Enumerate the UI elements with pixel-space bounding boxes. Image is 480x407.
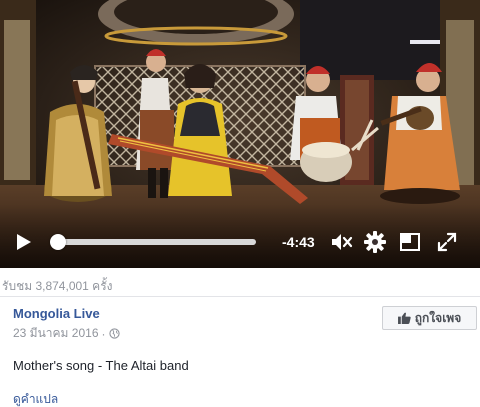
post-meta: 23 มีนาคม 2016 · (13, 324, 120, 343)
meta-separator: · (101, 326, 106, 341)
post-card: Mongolia Live 23 มีนาคม 2016 · ถูกใจเพจ … (0, 296, 480, 407)
page-name-link[interactable]: Mongolia Live (13, 306, 100, 321)
video-controls: -4:43 (0, 226, 480, 258)
picture-in-picture-icon (400, 233, 420, 251)
play-icon (17, 234, 31, 250)
post-date-link[interactable]: 23 มีนาคม 2016 (13, 324, 99, 343)
view-count: รับชม 3,874,001 ครั้ง (2, 279, 113, 293)
seek-handle[interactable] (50, 234, 66, 250)
video-player[interactable]: -4:43 (0, 0, 480, 268)
globe-icon[interactable] (108, 328, 120, 339)
seek-bar[interactable] (54, 239, 256, 245)
thumbs-up-icon (397, 312, 411, 324)
play-button[interactable] (10, 226, 38, 258)
mute-button[interactable] (327, 226, 357, 258)
settings-button[interactable] (361, 226, 389, 258)
fullscreen-icon (437, 232, 457, 252)
like-page-button[interactable]: ถูกใจเพจ (382, 306, 477, 330)
popout-button[interactable] (396, 226, 424, 258)
gear-icon (364, 231, 386, 253)
volume-muted-icon (332, 234, 353, 250)
like-page-label: ถูกใจเพจ (414, 310, 462, 325)
post-text: Mother's song - The Altai band (13, 358, 189, 373)
fullscreen-button[interactable] (433, 226, 461, 258)
see-translation-link[interactable]: ดูคำแปล (13, 390, 58, 407)
time-remaining: -4:43 (282, 234, 315, 250)
